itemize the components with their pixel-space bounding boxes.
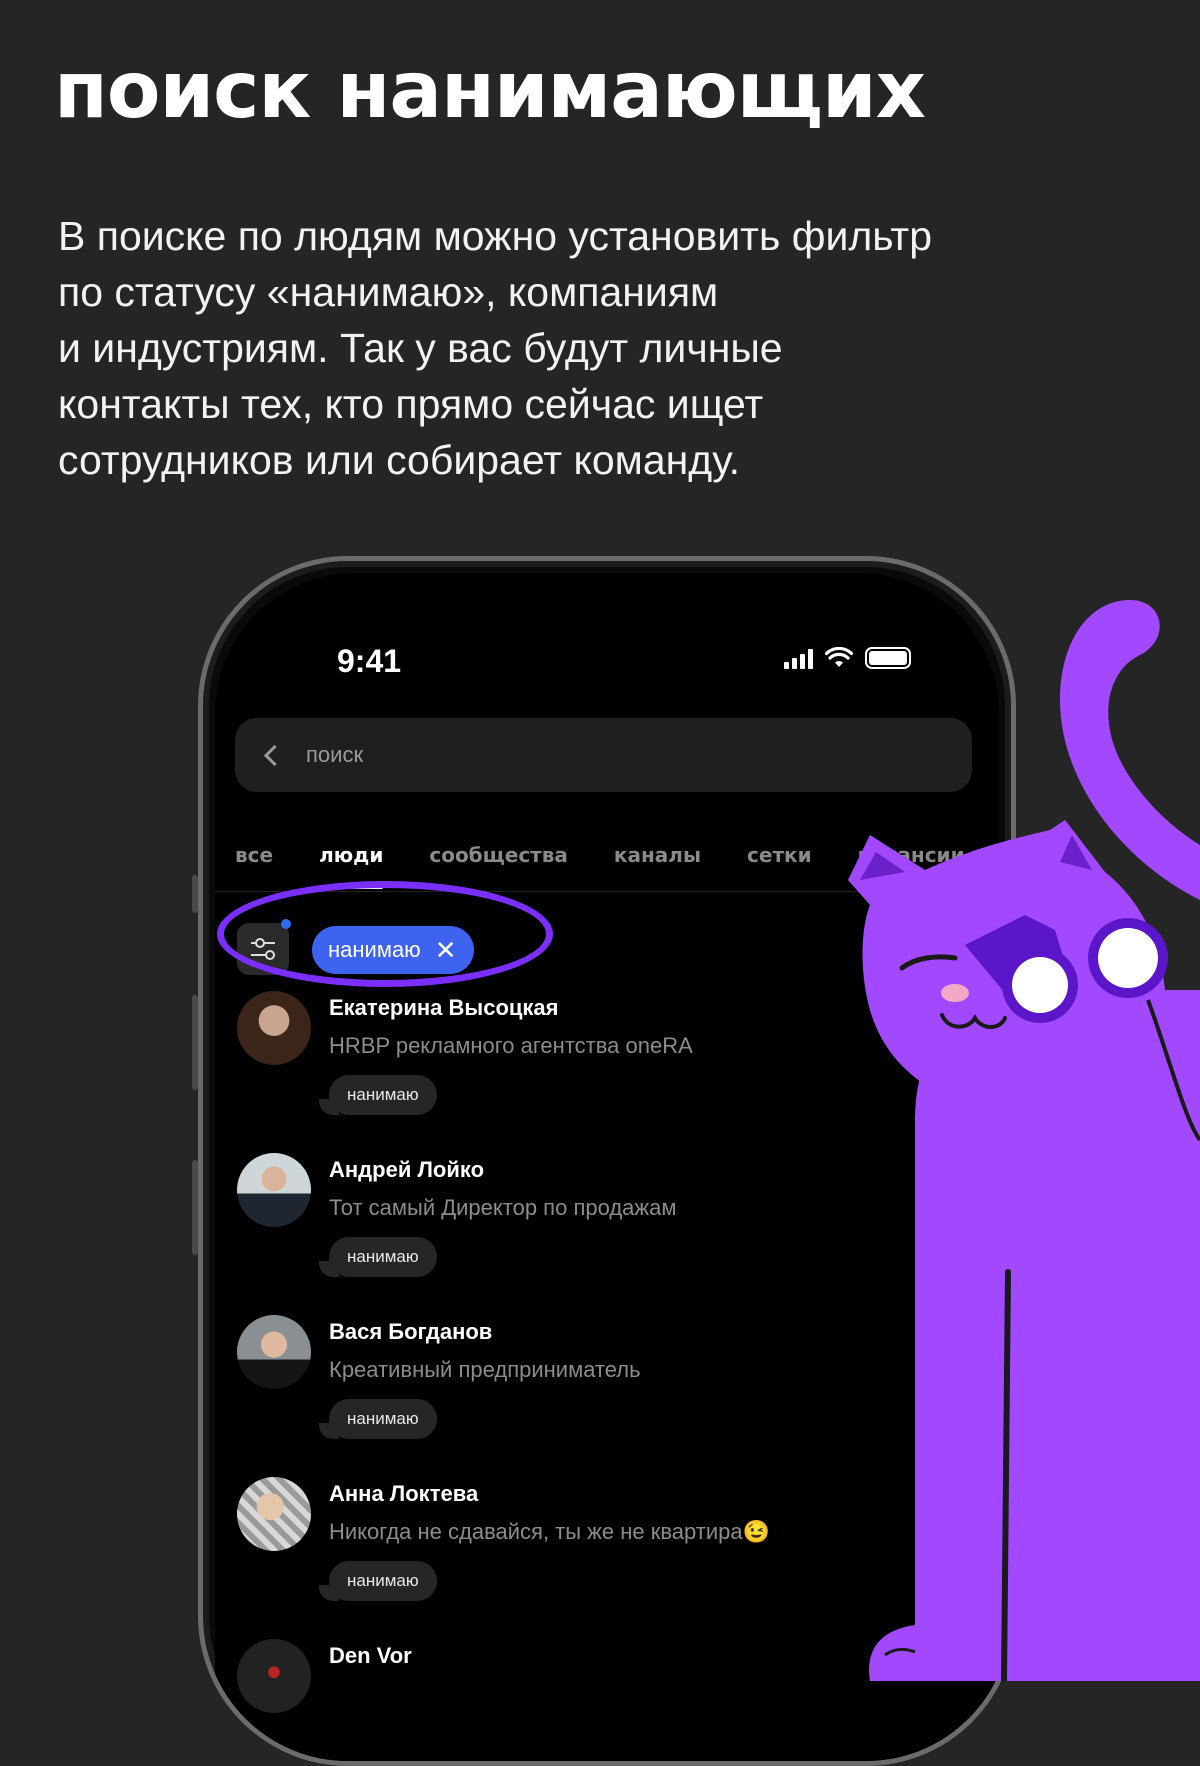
avatar: [237, 1477, 311, 1551]
person-name: Анна Локтева: [329, 1481, 479, 1506]
battery-icon: [865, 647, 911, 669]
back-chevron-icon[interactable]: [263, 744, 286, 766]
search-bar[interactable]: поиск: [235, 718, 972, 792]
description-line: сотрудников или собирает команду.: [58, 437, 740, 483]
avatar: [237, 1639, 311, 1713]
avatar: [237, 991, 311, 1065]
cellular-signal-icon: [784, 647, 813, 669]
status-badge: нанимаю: [319, 1075, 437, 1115]
tab-channels[interactable]: каналы: [614, 843, 701, 867]
tab-people[interactable]: люди: [319, 843, 384, 889]
status-badge: нанимаю: [319, 1561, 437, 1601]
description-line: контакты тех, кто прямо сейчас ищет: [58, 381, 764, 427]
tab-communities[interactable]: сообщества: [429, 843, 568, 867]
list-item[interactable]: Вася Богданов Креативный предприниматель…: [237, 1315, 977, 1465]
status-badge: нанимаю: [319, 1399, 437, 1439]
description-line: и индустриям. Так у вас будут личные: [58, 325, 783, 371]
headline: поиск нанимающих: [54, 46, 926, 136]
search-placeholder: поиск: [306, 742, 364, 767]
person-name: Вася Богданов: [329, 1319, 493, 1344]
tab-vacancies[interactable]: вакансии: [858, 843, 965, 867]
list-item[interactable]: Den Vor: [237, 1639, 977, 1761]
description-line: по статусу «нанимаю», компаниям: [58, 269, 719, 315]
list-item[interactable]: Андрей Лойко Тот самый Директор по прода…: [237, 1153, 977, 1303]
tab-grids[interactable]: сетки: [747, 843, 812, 867]
tab-all[interactable]: все: [235, 843, 273, 867]
status-icons: [784, 647, 911, 669]
person-name: Андрей Лойко: [329, 1157, 485, 1182]
person-description: HRBP рекламного агентства oneRA: [329, 1033, 693, 1058]
status-badge: нанимаю: [319, 1237, 437, 1277]
avatar: [237, 1153, 311, 1227]
person-description: Креативный предприниматель: [329, 1357, 641, 1382]
phone-screen: 9:41 поиск все люди сообщества каналы се…: [215, 573, 999, 1761]
person-name: Den Vor: [329, 1643, 412, 1668]
description-text: В поиске по людям можно установить фильт…: [58, 208, 1158, 488]
avatar: [237, 1315, 311, 1389]
wifi-icon: [825, 647, 853, 667]
person-name: Екатерина Высоцкая: [329, 995, 559, 1020]
highlight-ring: [217, 881, 553, 987]
list-item[interactable]: Екатерина Высоцкая HRBP рекламного агент…: [237, 991, 977, 1141]
description-line: В поиске по людям можно установить фильт…: [58, 213, 933, 259]
list-item[interactable]: Анна Локтева Никогда не сдавайся, ты же …: [237, 1477, 977, 1627]
person-description: Никогда не сдавайся, ты же не квартира😉: [329, 1519, 771, 1544]
category-tabs: все люди сообщества каналы сетки ваканси…: [235, 843, 965, 889]
person-description: Тот самый Директор по продажам: [329, 1195, 677, 1220]
phone-frame: 9:41 поиск все люди сообщества каналы се…: [198, 556, 1016, 1766]
status-time: 9:41: [337, 643, 402, 679]
